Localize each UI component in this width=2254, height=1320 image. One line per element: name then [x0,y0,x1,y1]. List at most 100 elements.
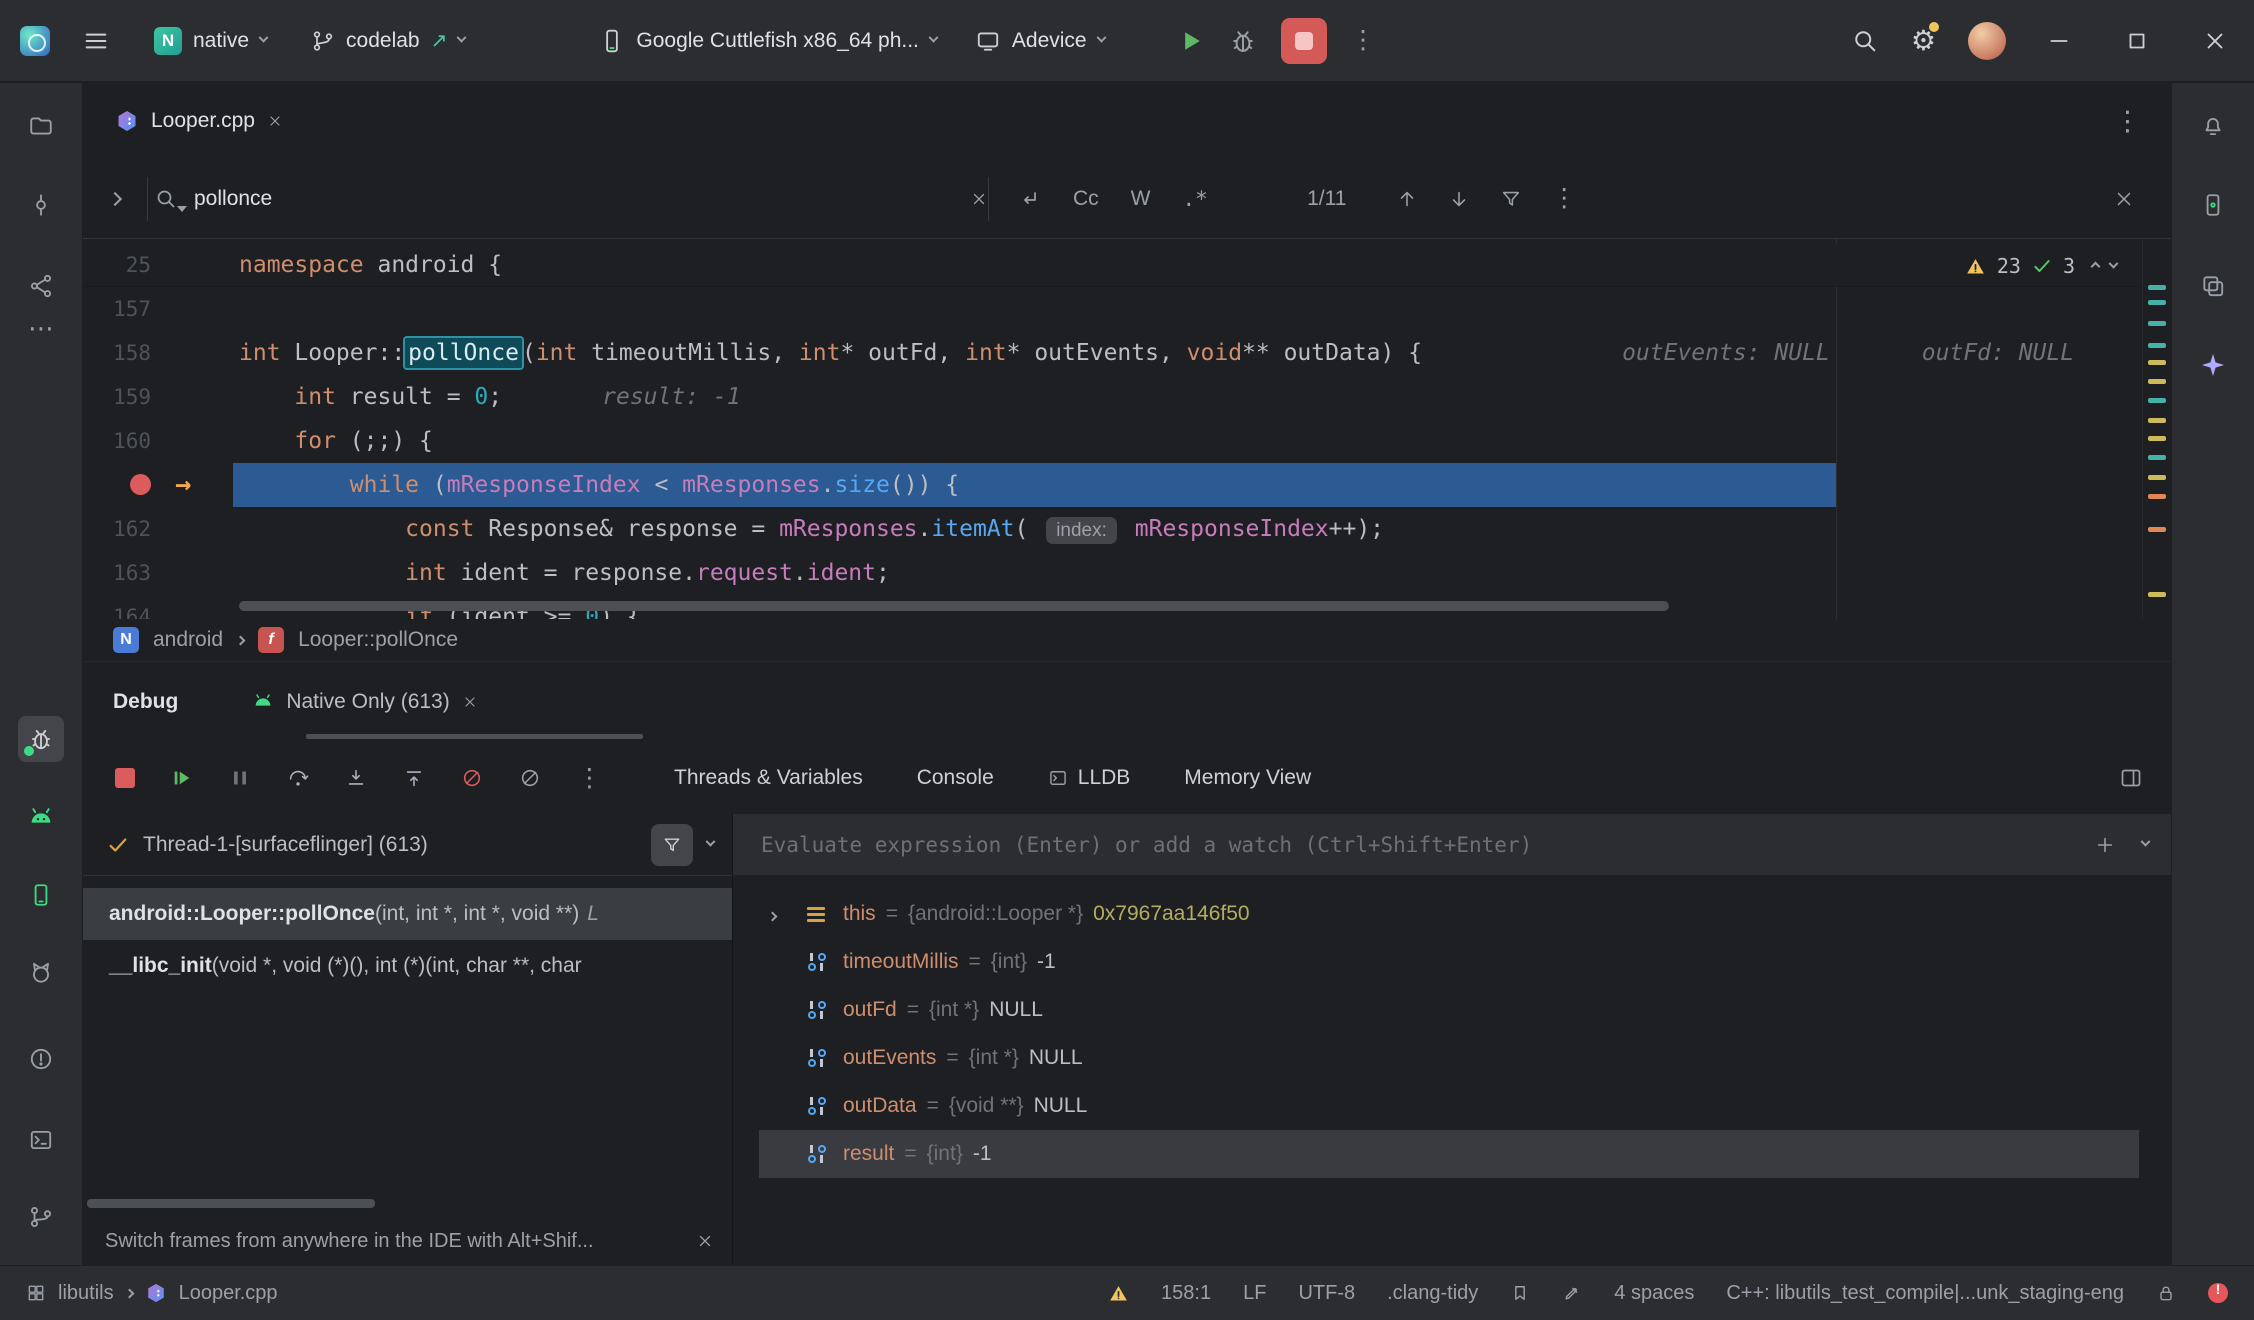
file-encoding[interactable]: UTF-8 [1298,1282,1355,1305]
stop-button[interactable] [1281,18,1327,64]
android-tool-button[interactable] [18,795,64,841]
tab-looper-cpp[interactable]: Looper.cpp [97,83,301,159]
inspections-widget[interactable]: 23 3 [1955,251,2127,281]
variable-row-outevents[interactable]: outEvents= {int *}NULL [733,1034,2171,1082]
device-manager-tool-button[interactable] [18,872,64,918]
caret-position[interactable]: 158:1 [1161,1282,1211,1305]
device-explorer-button[interactable] [2190,263,2236,309]
breadcrumb-pollonce[interactable]: Looper::pollOnce [298,628,458,652]
resume-button[interactable] [171,767,193,789]
previous-match-button[interactable] [1396,188,1418,210]
tab-memory-view[interactable]: Memory View [1184,766,1311,790]
indent-setting[interactable]: 4 spaces [1614,1282,1694,1305]
pause-button[interactable] [229,767,251,789]
code-line[interactable]: 160 for (;;) { [83,419,2171,463]
analyzer-config[interactable]: .clang-tidy [1387,1282,1478,1305]
breakpoint-icon[interactable] [130,474,151,495]
device-selector[interactable]: Google Cuttlefish x86_64 ph... [587,20,949,62]
status-file[interactable]: Looper.cpp [179,1282,278,1305]
debug-window-title[interactable]: Debug [113,690,178,714]
tab-lldb[interactable]: LLDB [1048,766,1131,790]
debug-attach-icon[interactable] [1229,27,1257,55]
variable-row-timeoutmillis[interactable]: timeoutMillis= {int}-1 [733,938,2171,986]
newline-toggle-icon[interactable] [1017,187,1041,211]
running-devices-button[interactable] [2190,182,2236,228]
next-match-button[interactable] [1448,188,1470,210]
stack-frame-libc-init[interactable]: __libc_init(void *, void (*)(), int (*)(… [83,940,732,992]
run-options-kebab[interactable]: ⋮ [1351,28,1376,53]
version-control-tool-button[interactable] [18,1194,64,1240]
run-button[interactable] [1177,27,1205,55]
more-tool-windows-button[interactable]: ⋯ [18,305,64,351]
disable-watches-button[interactable] [519,767,541,789]
line-ending[interactable]: LF [1243,1282,1266,1305]
variable-row-this[interactable]: this= {android::Looper *}0x7967aa146f50 [733,890,2171,938]
session-close-icon[interactable] [462,694,478,710]
tab-strip-scrollbar[interactable] [306,734,643,739]
commit-tool-button[interactable] [18,182,64,228]
chevron-down-icon[interactable] [706,837,716,847]
code-editor[interactable]: 25namespace android {157158int Looper::p… [83,239,2171,619]
adevice-selector[interactable]: Adevice [963,20,1117,62]
step-over-button[interactable] [287,767,309,789]
toolchain-info[interactable]: C++: libutils_test_compile|...unk_stagin… [1726,1282,2124,1305]
terminal-tool-button[interactable] [18,1117,64,1163]
close-search-button[interactable] [2113,188,2135,210]
close-button[interactable] [2176,0,2254,82]
code-line[interactable]: 162 const Response& response = mResponse… [83,507,2171,551]
error-stripe[interactable] [2142,239,2171,619]
search-options-kebab[interactable]: ⋮ [1552,186,1577,211]
evaluate-expression-bar[interactable]: Evaluate expression (Enter) or add a wat… [733,814,2171,876]
lock-icon[interactable] [2156,1283,2176,1303]
bookmark-icon[interactable] [1510,1283,1530,1303]
frames-scrollbar[interactable] [87,1199,375,1208]
tab-console[interactable]: Console [917,766,994,790]
tab-threads-variables[interactable]: Threads & Variables [674,766,863,790]
search-button[interactable] [1851,27,1879,55]
code-line[interactable]: 158int Looper::pollOnce(int timeoutMilli… [83,331,2171,375]
banner-close-icon[interactable] [696,1232,714,1250]
main-menu-button[interactable] [70,19,122,63]
tab-close-icon[interactable] [267,113,283,129]
tab-options-kebab[interactable]: ⋮ [2114,108,2141,135]
step-out-button[interactable] [403,767,425,789]
execution-line[interactable]: → while (mResponseIndex < mResponses.siz… [83,463,2171,507]
stack-frame-pollonce[interactable]: android::Looper::pollOnce(int, int *, in… [83,888,732,940]
branch-selector[interactable]: codelab ↗ [299,20,477,61]
search-input[interactable]: pollonce [148,187,988,211]
project-tool-button[interactable] [18,103,64,149]
code-line[interactable]: 163 int ident = response.request.ident; [83,551,2171,595]
highlighter-icon[interactable] [1562,1283,1582,1303]
mute-breakpoints-button[interactable] [461,767,483,789]
error-indicator[interactable] [2208,1283,2228,1303]
regex-toggle[interactable]: .* [1183,187,1208,211]
step-into-button[interactable] [345,767,367,789]
notifications-button[interactable] [2190,103,2236,149]
chevron-down-icon[interactable] [2141,837,2151,847]
debug-options-kebab[interactable]: ⋮ [577,766,602,791]
stop-process-button[interactable] [115,768,135,788]
gemini-button[interactable] [2190,342,2236,388]
words-toggle[interactable]: W [1131,187,1151,211]
add-watch-icon[interactable] [2094,834,2116,856]
variable-row-result[interactable]: result= {int}-1 [733,1130,2171,1178]
debug-tool-button[interactable] [18,716,64,762]
search-history-caret[interactable] [177,206,187,212]
expand-search-button[interactable] [83,194,147,204]
horizontal-scrollbar[interactable] [239,601,1669,611]
match-case-toggle[interactable]: Cc [1073,187,1099,211]
thread-selector[interactable]: Thread-1-[surfaceflinger] (613) [83,814,732,876]
variable-row-outdata[interactable]: outData= {void **}NULL [733,1082,2171,1130]
minimize-button[interactable] [2020,0,2098,82]
variable-row-outfd[interactable]: outFd= {int *}NULL [733,986,2171,1034]
structure-tool-button[interactable] [18,263,64,309]
settings-button[interactable]: ⚙ [1911,24,1936,57]
code-line[interactable]: 159 int result = 0;result: -1 [83,375,2171,419]
logcat-tool-button[interactable] [18,950,64,996]
filter-frames-button[interactable] [651,824,693,866]
chevron-up-icon[interactable] [2091,261,2101,271]
code-line[interactable]: 157 [83,287,2171,331]
problems-tool-button[interactable] [18,1036,64,1082]
project-selector[interactable]: N native [142,19,279,63]
warning-triangle-icon[interactable] [1108,1283,1129,1304]
